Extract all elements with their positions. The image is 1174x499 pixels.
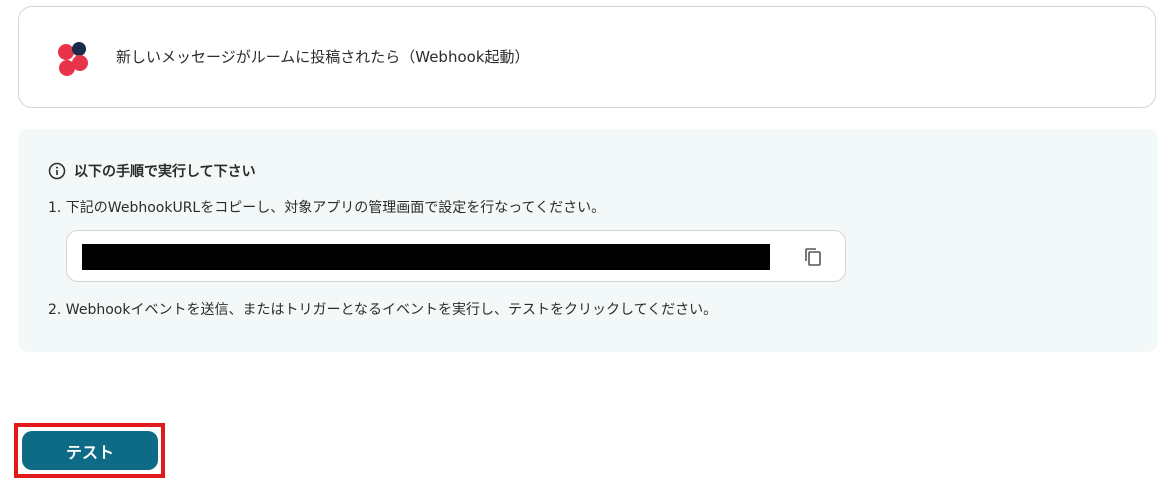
test-button[interactable]: テスト [22,431,158,470]
instructions-heading: 以下の手順で実行して下さい [48,161,256,181]
instruction-step-1: 1. 下記のWebhookURLをコピーし、対象アプリの管理画面で設定を行なって… [48,200,606,216]
trigger-card: 新しいメッセージがルームに投稿されたら（Webhook起動） [18,6,1156,108]
instruction-step-2: 2. Webhookイベントを送信、またはトリガーとなるイベントを実行し、テスト… [48,302,718,318]
instructions-panel: 以下の手順で実行して下さい 1. 下記のWebhookURLをコピーし、対象アプ… [18,129,1158,352]
webhook-url-redacted [82,244,770,270]
copy-icon[interactable] [801,245,825,269]
instructions-heading-label: 以下の手順で実行して下さい [74,164,256,180]
webhook-url-field[interactable] [66,230,846,282]
info-icon [48,162,66,180]
trigger-title: 新しいメッセージがルームに投稿されたら（Webhook起動） [116,48,530,66]
chatwork-logo-icon [58,42,88,76]
